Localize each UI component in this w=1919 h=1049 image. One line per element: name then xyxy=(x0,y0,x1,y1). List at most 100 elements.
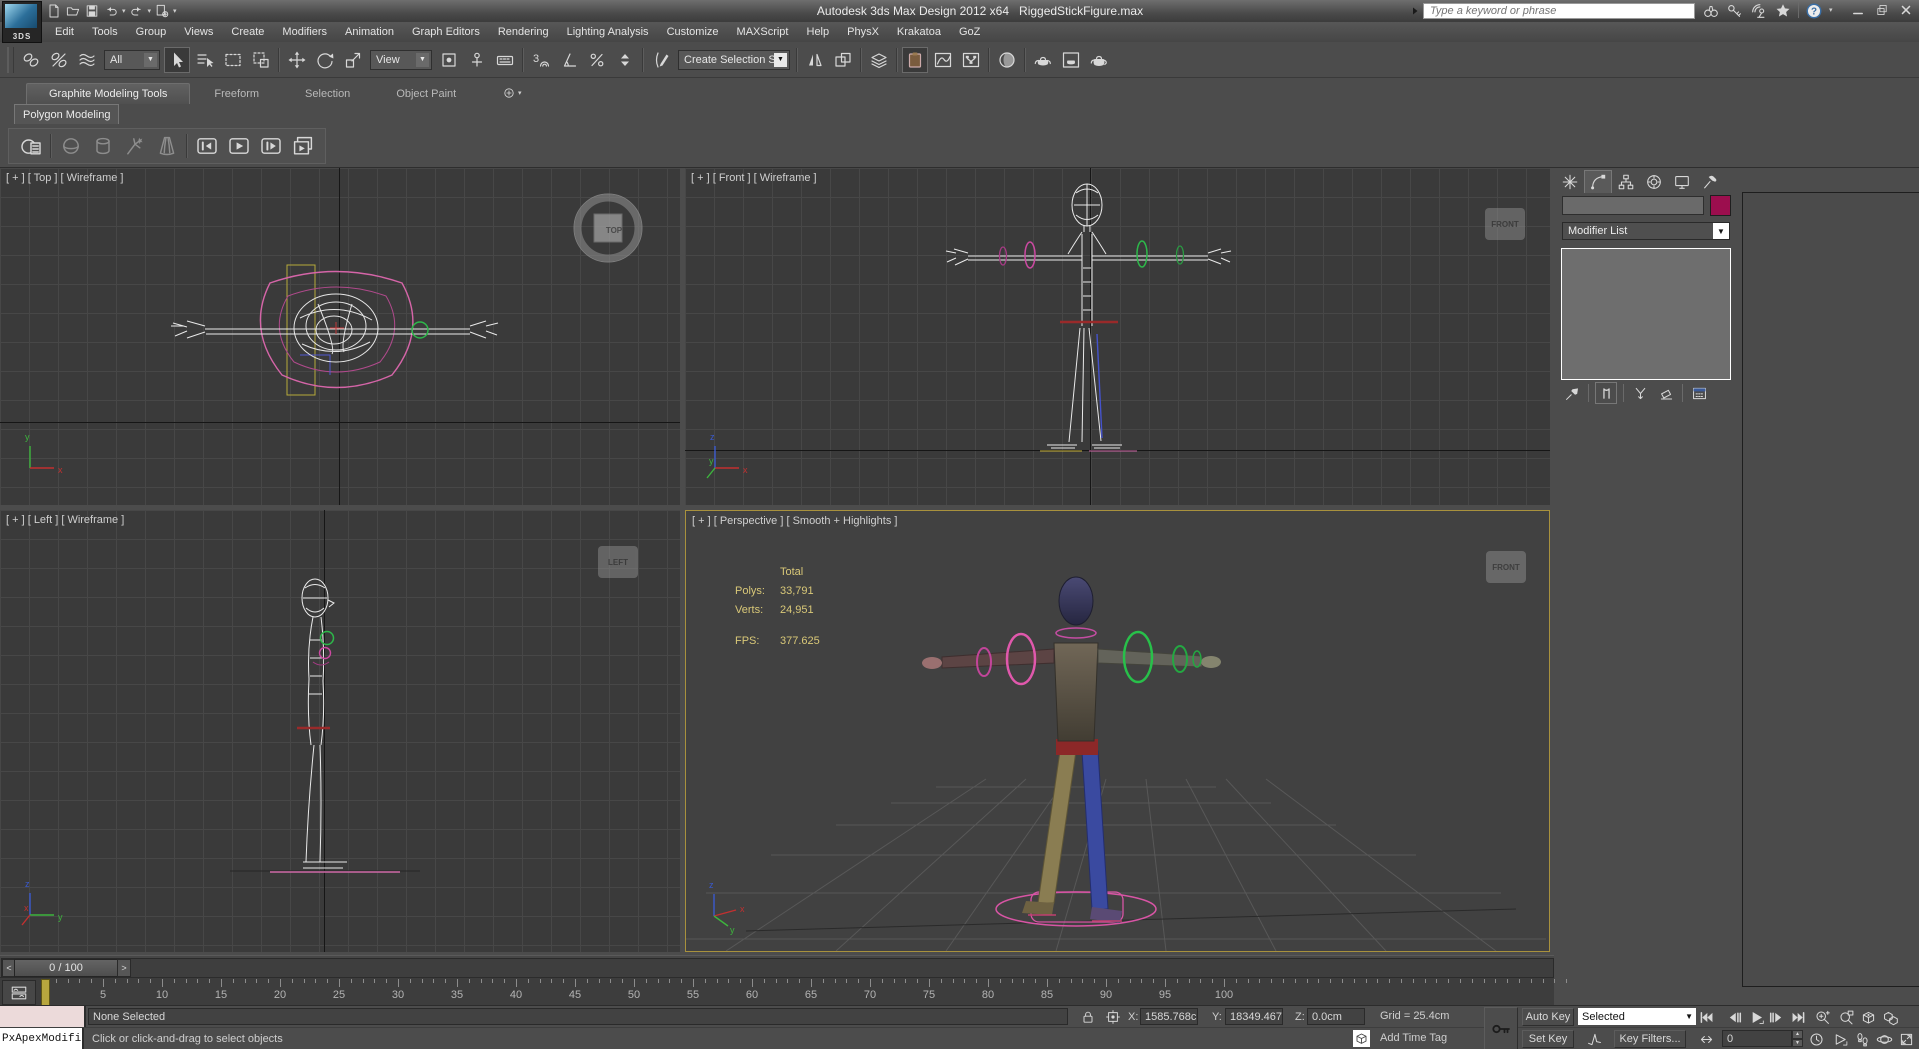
window-crossing-toggle[interactable] xyxy=(248,47,274,73)
menu-animation[interactable]: Animation xyxy=(336,24,403,40)
ribbon-tab-object-paint[interactable]: Object Paint xyxy=(374,84,478,104)
menu-customize[interactable]: Customize xyxy=(658,24,728,40)
menu-modifiers[interactable]: Modifiers xyxy=(273,24,336,40)
viewport-left[interactable]: [ + ] [ Left ] [ Wireframe ] LEFT z y x xyxy=(0,510,680,952)
cloth-tools-button[interactable] xyxy=(153,132,181,160)
save-button[interactable] xyxy=(84,3,100,19)
menu-group[interactable]: Group xyxy=(127,24,176,40)
object-color-swatch[interactable] xyxy=(1710,195,1731,216)
configure-modifier-sets-button[interactable] xyxy=(1689,383,1709,403)
pan-view-button[interactable] xyxy=(1830,1030,1851,1048)
tab-motion[interactable] xyxy=(1640,170,1668,194)
redo-dropdown-arrow[interactable]: ▾ xyxy=(148,7,152,15)
time-slider-track[interactable]: < 0 / 100 > xyxy=(1,958,1554,978)
search-input[interactable] xyxy=(1428,4,1690,18)
track-bar-ruler[interactable]: 0510152025303540455055606570758085909510… xyxy=(38,978,1568,1006)
viewport-perspective-label[interactable]: [ + ] [ Perspective ] [ Smooth + Highlig… xyxy=(692,515,897,527)
tab-hierarchy[interactable] xyxy=(1612,170,1640,194)
edge-mode-button[interactable] xyxy=(89,132,117,160)
favorites-icon[interactable] xyxy=(1774,2,1792,20)
previous-modifier-button[interactable] xyxy=(193,132,221,160)
menu-edit[interactable]: Edit xyxy=(46,24,83,40)
select-and-move-button[interactable] xyxy=(284,47,310,73)
selection-filter-dropdown[interactable]: All ▼ xyxy=(104,49,160,70)
snaps-toggle[interactable]: 3 xyxy=(528,47,554,73)
project-manage-button[interactable] xyxy=(154,3,170,19)
modifier-stack-list[interactable] xyxy=(1561,248,1731,380)
viewport-perspective[interactable]: [ + ] [ Perspective ] [ Smooth + Highlig… xyxy=(685,510,1550,952)
maxscript-mini-listener-macro[interactable] xyxy=(0,1006,86,1027)
orbit-button[interactable] xyxy=(1874,1030,1895,1048)
render-production-button[interactable] xyxy=(1086,47,1112,73)
menu-help[interactable]: Help xyxy=(798,24,839,40)
menu-krakatoa[interactable]: Krakatoa xyxy=(888,24,950,40)
material-editor-button[interactable] xyxy=(994,47,1020,73)
menu-lighting-analysis[interactable]: Lighting Analysis xyxy=(558,24,658,40)
maxscript-mini-listener-input[interactable]: PxApexModifi( xyxy=(0,1028,84,1049)
restore-button[interactable] xyxy=(1875,3,1889,17)
viewport-top[interactable]: [ + ] [ Top ] [ Wireframe ] y x TOP xyxy=(0,168,680,505)
unlink-selection-button[interactable] xyxy=(46,47,72,73)
set-key-button[interactable]: Set Key xyxy=(1522,1030,1574,1048)
search-icon[interactable] xyxy=(1702,2,1720,20)
show-stack-button[interactable] xyxy=(289,132,317,160)
select-object-button[interactable] xyxy=(164,46,190,73)
menu-graph-editors[interactable]: Graph Editors xyxy=(403,24,489,40)
default-in-out-tangents-button[interactable] xyxy=(1584,1030,1605,1048)
application-menu-button[interactable]: 3DS xyxy=(2,1,42,43)
next-frame-button[interactable] xyxy=(1766,1008,1787,1026)
select-by-name-button[interactable] xyxy=(192,47,218,73)
tab-create[interactable] xyxy=(1556,170,1584,194)
go-to-start-button[interactable] xyxy=(1696,1008,1717,1026)
toolbar-grip[interactable] xyxy=(7,46,14,73)
menu-tools[interactable]: Tools xyxy=(83,24,127,40)
render-setup-button[interactable] xyxy=(1030,47,1056,73)
minimize-button[interactable] xyxy=(1851,3,1865,17)
menu-physx[interactable]: PhysX xyxy=(838,24,888,40)
named-selection-sets-dropdown[interactable]: Create Selection Se ▼ xyxy=(678,49,790,70)
use-pivot-point-center-button[interactable] xyxy=(436,47,462,73)
schematic-view-button[interactable] xyxy=(958,47,984,73)
viewport-front-label[interactable]: [ + ] [ Front ] [ Wireframe ] xyxy=(691,172,817,184)
tab-display[interactable] xyxy=(1668,170,1696,194)
menu-rendering[interactable]: Rendering xyxy=(489,24,558,40)
zoom-all-button[interactable] xyxy=(1836,1008,1857,1026)
previous-frame-button[interactable] xyxy=(1724,1008,1745,1026)
set-keys-button[interactable] xyxy=(1484,1007,1518,1049)
open-mini-curve-editor-button[interactable] xyxy=(2,980,36,1005)
y-coordinate-field[interactable]: 18349.467 xyxy=(1225,1008,1283,1025)
ribbon-display-toggle[interactable] xyxy=(502,86,516,100)
search-field[interactable] xyxy=(1423,3,1695,19)
object-properties-button[interactable] xyxy=(17,132,45,160)
time-configuration-button[interactable] xyxy=(1806,1030,1827,1048)
open-file-button[interactable] xyxy=(65,3,81,19)
percent-snap-toggle[interactable] xyxy=(584,47,610,73)
play-animation-button[interactable] xyxy=(1746,1008,1767,1026)
ribbon-tab-freeform[interactable]: Freeform xyxy=(192,84,281,104)
remove-modifier-button[interactable] xyxy=(1656,383,1676,403)
help-dropdown-arrow[interactable]: ▾ xyxy=(1829,6,1833,20)
key-mode-toggle[interactable] xyxy=(1696,1030,1717,1048)
current-frame-field[interactable]: 0 xyxy=(1722,1030,1792,1047)
rendered-frame-window-button[interactable] xyxy=(1058,47,1084,73)
ribbon-display-dropdown-arrow[interactable]: ▾ xyxy=(518,89,522,97)
next-frame-slider-button[interactable]: > xyxy=(117,959,131,977)
next-modifier-button[interactable] xyxy=(257,132,285,160)
spinner-snap-toggle[interactable] xyxy=(612,47,638,73)
viewport-front[interactable]: [ + ] [ Front ] [ Wireframe ] FRONT z x … xyxy=(685,168,1550,505)
menu-goz[interactable]: GoZ xyxy=(950,24,989,40)
new-file-button[interactable] xyxy=(46,3,62,19)
pin-stack-button[interactable] xyxy=(1562,383,1582,403)
select-and-manipulate-button[interactable] xyxy=(464,47,490,73)
rectangular-selection-region-button[interactable] xyxy=(220,47,246,73)
frame-spinner[interactable]: ▲ ▼ xyxy=(1792,1030,1803,1047)
search-expand-icon[interactable] xyxy=(1410,5,1420,17)
communication-center-icon[interactable] xyxy=(1750,2,1768,20)
viewport-left-label[interactable]: [ + ] [ Left ] [ Wireframe ] xyxy=(6,514,124,526)
graphite-ribbon-toggle[interactable] xyxy=(902,46,928,73)
help-icon[interactable]: ? xyxy=(1805,2,1823,20)
walk-through-button[interactable] xyxy=(1852,1030,1873,1048)
key-selection-dropdown[interactable]: Selected ▼ xyxy=(1578,1008,1696,1025)
modifier-list-dropdown[interactable]: Modifier List ▼ xyxy=(1562,222,1730,240)
select-and-scale-button[interactable] xyxy=(340,47,366,73)
